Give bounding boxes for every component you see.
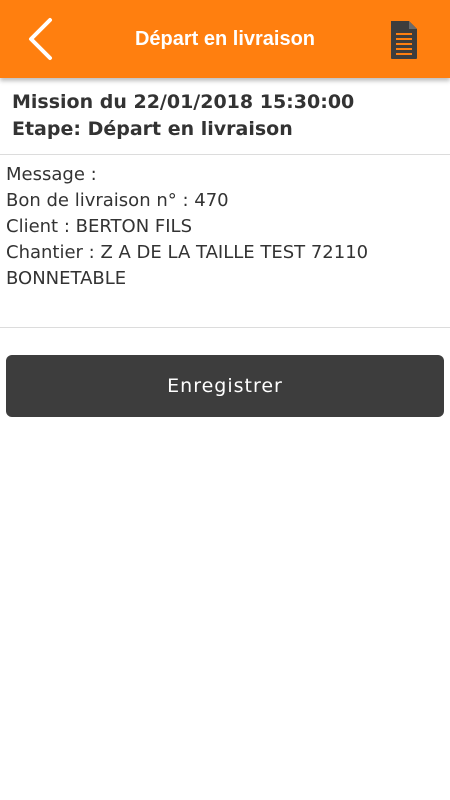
chevron-left-icon — [29, 18, 52, 60]
page-title: Départ en livraison — [134, 27, 316, 50]
document-button[interactable] — [388, 20, 420, 60]
save-button[interactable]: Enregistrer — [6, 355, 444, 417]
delivery-note-number: Bon de livraison n° : 470 — [6, 190, 229, 211]
mission-step: Etape: Départ en livraison — [12, 118, 293, 140]
mission-summary: Mission du 22/01/2018 15:30:00 Etape: Dé… — [0, 78, 450, 155]
delivery-details: Message : Bon de livraison n° : 470 Clie… — [0, 155, 450, 328]
site-city: BONNETABLE — [6, 268, 127, 289]
document-icon — [391, 21, 417, 59]
app-header: Départ en livraison — [0, 0, 450, 78]
site-address: Chantier : Z A DE LA TAILLE TEST 72110 — [6, 242, 369, 263]
back-button[interactable] — [18, 14, 62, 64]
mission-date: Mission du 22/01/2018 15:30:00 — [12, 91, 355, 113]
client-name: Client : BERTON FILS — [6, 216, 193, 237]
message-label: Message : — [6, 164, 97, 185]
